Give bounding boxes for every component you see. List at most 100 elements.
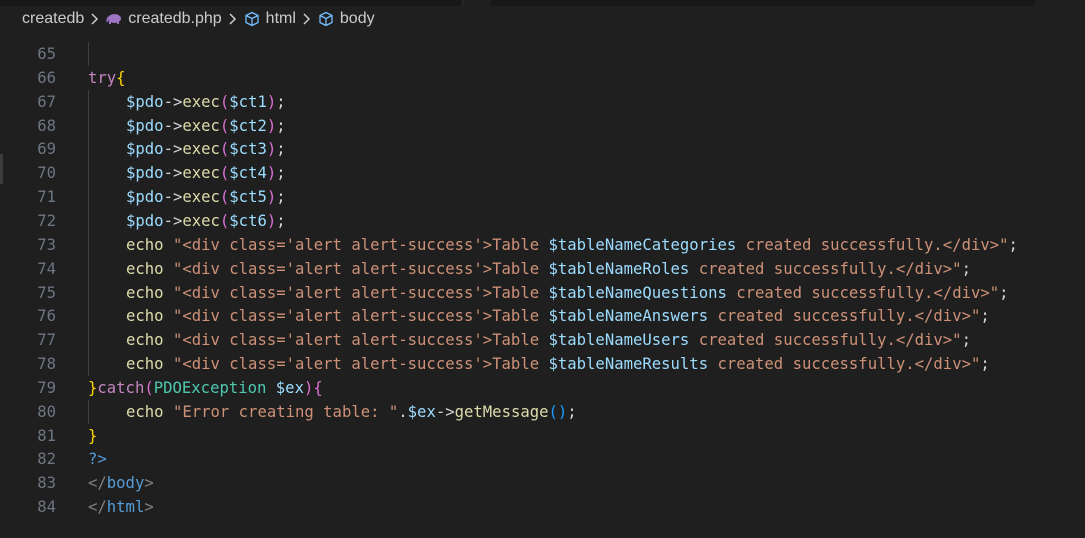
code-text: </body>	[88, 471, 154, 495]
code-token: $ct1	[229, 92, 267, 111]
breadcrumb-file[interactable]: createdb.php	[106, 10, 222, 28]
code-line[interactable]: 72 $pdo->exec($ct6);	[0, 208, 1085, 233]
code-token: $pdo	[126, 211, 164, 230]
line-number: 82	[37, 450, 56, 469]
code-line[interactable]: 78 echo "<div class='alert alert-success'…	[0, 352, 1085, 377]
indent-guide	[88, 161, 89, 186]
line-number: 68	[37, 116, 56, 135]
code-line[interactable]: 66 try{	[0, 66, 1085, 90]
code-line[interactable]: 73 echo "<div class='alert alert-success'…	[0, 232, 1085, 257]
code-line[interactable]: 83 </body>	[0, 471, 1085, 495]
code-token: body	[106, 474, 145, 493]
code-text: echo "<div class='alert alert-success'>T…	[126, 257, 971, 281]
code-token: $tableNameCategories	[548, 235, 737, 254]
code-line[interactable]: 81}	[0, 424, 1085, 448]
line-number: 72	[37, 211, 56, 230]
code-token: created successfully.</div>"	[708, 355, 981, 374]
indent-guide	[88, 137, 89, 162]
code-line[interactable]: 71 $pdo->exec($ct5);	[0, 185, 1085, 210]
code-line[interactable]: 68 $pdo->exec($ct2);	[0, 113, 1085, 138]
code-token: ->	[163, 116, 183, 135]
code-token: "<div class='alert alert-success'>Table	[172, 259, 549, 278]
chevron-right-icon	[90, 13, 100, 25]
code-text: echo "<div class='alert alert-success'>T…	[126, 233, 1018, 257]
tab-strip-edge	[0, 0, 1085, 6]
line-number: 83	[37, 474, 56, 493]
code-line[interactable]: 74 echo "<div class='alert alert-success'…	[0, 256, 1085, 281]
line-number: 73	[37, 235, 56, 254]
breadcrumb-symbol-body[interactable]: body	[318, 10, 375, 28]
code-token: getMessage	[454, 402, 549, 421]
code-line[interactable]: 65	[0, 42, 1085, 66]
code-token: created successfully.</div>"	[726, 283, 1000, 302]
code-line[interactable]: 67 $pdo->exec($ct1);	[0, 89, 1085, 114]
line-number: 71	[37, 188, 56, 207]
code-token: echo	[126, 331, 173, 350]
code-token: ->	[435, 402, 455, 421]
code-token: )	[266, 211, 277, 230]
breadcrumb-file-label: createdb.php	[128, 10, 222, 27]
code-text: ?>	[88, 447, 107, 471]
cube-icon	[318, 11, 334, 27]
code-text: }	[88, 424, 97, 448]
code-token: catch	[97, 378, 145, 397]
code-token: ->	[163, 188, 183, 207]
line-number: 65	[37, 45, 56, 63]
code-token: created successfully.</div>"	[708, 307, 981, 326]
code-token: $pdo	[126, 140, 164, 159]
code-editor[interactable]: 65 66 try{67 $pdo->exec($ct1); 68 $pdo->exec(…	[0, 38, 1085, 538]
code-token: ;	[980, 307, 990, 326]
code-token: ->	[163, 92, 183, 111]
code-token: >	[144, 498, 154, 517]
code-text: $pdo->exec($ct2);	[126, 114, 286, 138]
code-token: (	[219, 116, 230, 135]
code-token: $tableNameResults	[548, 355, 709, 374]
code-token: ?>	[88, 450, 107, 469]
code-token: $ex	[275, 378, 304, 397]
code-token: "<div class='alert alert-success'>Table	[172, 355, 549, 374]
code-token: (	[144, 378, 154, 397]
code-line[interactable]: 70 $pdo->exec($ct4);	[0, 161, 1085, 186]
code-token: )	[266, 188, 277, 207]
code-line[interactable]: 69 $pdo->exec($ct3);	[0, 137, 1085, 162]
code-token: created successfully.</div>"	[689, 331, 962, 350]
code-line[interactable]: 80 echo "Error creating table: ".$ex->get…	[0, 399, 1085, 424]
code-token: }	[88, 426, 98, 445]
code-token: ;	[980, 355, 990, 374]
code-token: ;	[276, 164, 286, 183]
code-text: try{	[88, 66, 126, 90]
code-line[interactable]: 79}catch(PDOException $ex){	[0, 376, 1085, 400]
code-token: ->	[163, 164, 183, 183]
code-token: )	[266, 92, 277, 111]
line-number: 74	[37, 259, 56, 278]
code-token: (	[219, 92, 230, 111]
indent-guide	[88, 42, 89, 66]
code-token: try	[88, 68, 117, 87]
breadcrumb-folder[interactable]: createdb	[22, 10, 84, 28]
indent-guide	[88, 185, 89, 210]
code-token: $tableNameAnswers	[548, 307, 709, 326]
line-number: 75	[37, 283, 56, 302]
code-line[interactable]: 82 ?>	[0, 447, 1085, 471]
code-token: "<div class='alert alert-success'>Table	[172, 235, 549, 254]
code-line[interactable]: 84 </html>	[0, 495, 1085, 519]
code-text: </html>	[88, 495, 154, 519]
line-number: 67	[37, 92, 56, 111]
breadcrumb: createdb createdb.php html body	[0, 0, 1085, 38]
code-line[interactable]: 77 echo "<div class='alert alert-success'…	[0, 328, 1085, 353]
indent-guide	[88, 208, 89, 233]
code-token: $ct3	[229, 140, 267, 159]
code-line[interactable]: 75 echo "<div class='alert alert-success'…	[0, 280, 1085, 305]
code-token: created successfully.</div>"	[689, 259, 962, 278]
code-token: </	[88, 474, 107, 493]
line-number: 80	[37, 402, 56, 421]
breadcrumb-symbol-label: html	[265, 10, 296, 27]
breadcrumb-symbol-html[interactable]: html	[244, 10, 296, 28]
code-token: (	[219, 164, 230, 183]
code-token: (	[219, 211, 230, 230]
line-number: 66	[37, 68, 56, 87]
code-line[interactable]: 76 echo "<div class='alert alert-success'…	[0, 304, 1085, 329]
code-token: (	[219, 140, 230, 159]
code-token: html	[106, 498, 145, 517]
